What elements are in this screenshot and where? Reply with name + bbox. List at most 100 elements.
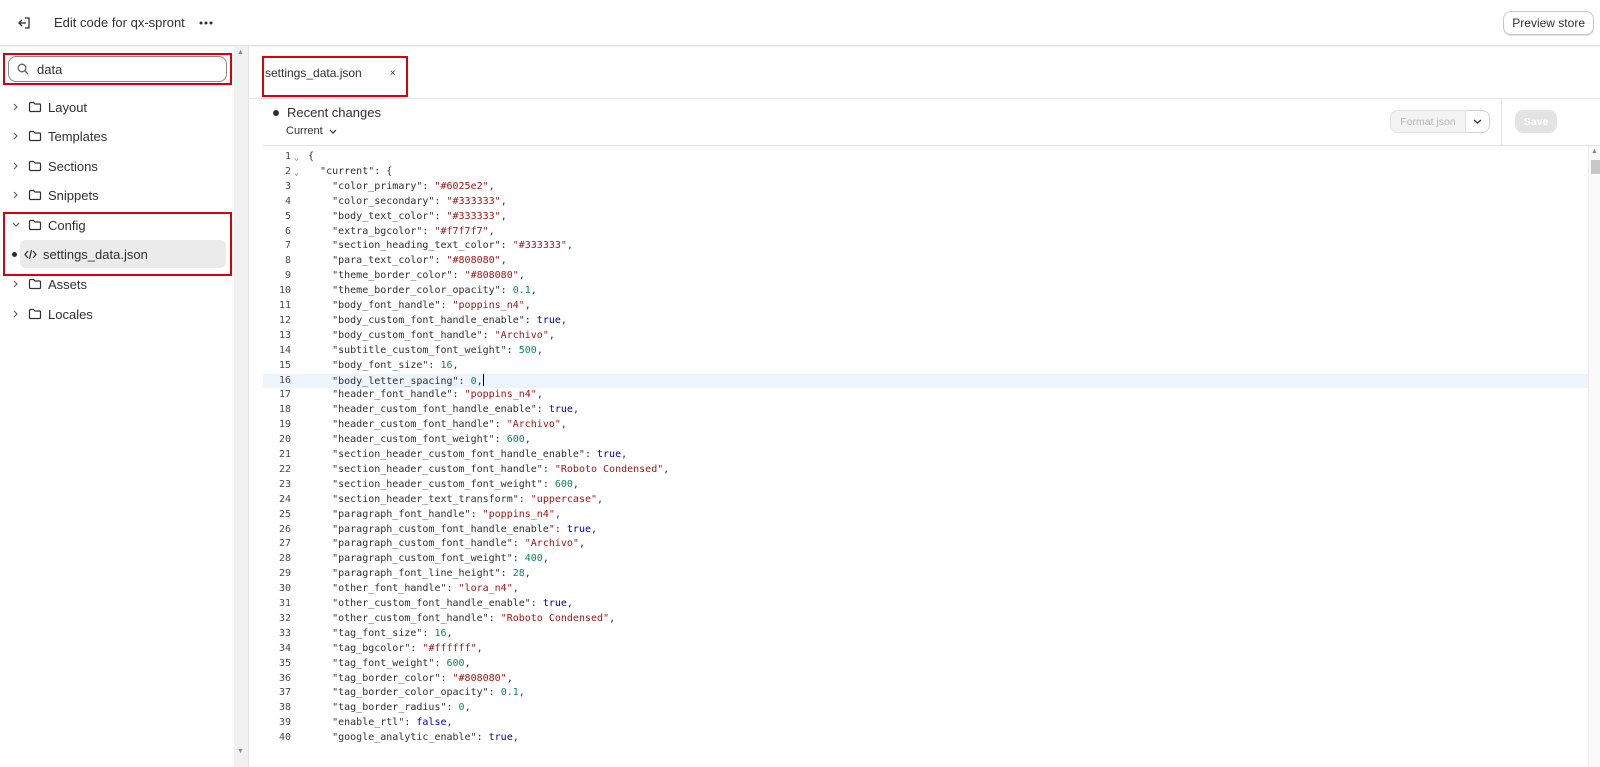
code-line[interactable]: 2 ⌄ "current": {: [263, 165, 1588, 180]
code-line[interactable]: 38 "tag_border_radius": 0,: [263, 701, 1588, 716]
folder-sections[interactable]: Sections: [0, 153, 234, 179]
code-area[interactable]: 1 ⌄{2 ⌄ "current": {3 "color_primary": "#6…: [263, 146, 1588, 767]
code-line[interactable]: 34 "tag_bgcolor": "#ffffff",: [263, 642, 1588, 657]
code-line[interactable]: 25 "paragraph_font_handle": "poppins_n4"…: [263, 508, 1588, 523]
save-button[interactable]: Save: [1515, 110, 1557, 133]
folder-icon: [28, 219, 42, 231]
code-line[interactable]: 35 "tag_font_weight": 600,: [263, 657, 1588, 672]
code-text: "tag_font_weight": 600,: [332, 657, 471, 669]
code-line[interactable]: 26 "paragraph_custom_font_handle_enable"…: [263, 523, 1588, 538]
line-number: 38: [278, 702, 291, 714]
search-input[interactable]: [37, 61, 207, 77]
exit-icon[interactable]: [12, 11, 36, 35]
scroll-thumb[interactable]: [1591, 160, 1600, 174]
code-line[interactable]: 15 "body_font_size": 16,: [263, 359, 1588, 374]
line-number: 20: [278, 434, 291, 446]
code-line[interactable]: 24 "section_header_text_transform": "upp…: [263, 493, 1588, 508]
code-line[interactable]: 33 "tag_font_size": 16,: [263, 627, 1588, 642]
code-line[interactable]: 3 "color_primary": "#6025e2",: [263, 180, 1588, 195]
code-line[interactable]: 37 "tag_border_color_opacity": 0.1,: [263, 686, 1588, 701]
folder-locales[interactable]: Locales: [0, 301, 234, 327]
code-line[interactable]: 30 "other_font_handle": "lora_n4",: [263, 582, 1588, 597]
chevron-icon: [10, 191, 22, 199]
chevron-icon: [10, 103, 22, 111]
code-text: "para_text_color": "#808080",: [332, 255, 507, 267]
file-settings-data[interactable]: settings_data.json: [20, 240, 226, 268]
scroll-up-icon[interactable]: ▲: [237, 49, 244, 56]
fold-icon[interactable]: ⌄: [294, 151, 299, 166]
code-line[interactable]: 20 "header_custom_font_weight": 600,: [263, 433, 1588, 448]
folder-snippets[interactable]: Snippets: [0, 182, 234, 208]
code-line[interactable]: 4 "color_secondary": "#333333",: [263, 195, 1588, 210]
scroll-up-icon[interactable]: ▲: [1591, 148, 1598, 155]
code-line[interactable]: 28 "paragraph_custom_font_weight": 400,: [263, 552, 1588, 567]
line-number: 7: [284, 240, 291, 252]
code-text: "enable_rtl": false,: [332, 717, 453, 729]
top-bar: Edit code for qx-spront Preview store: [0, 0, 1600, 46]
format-group: Format json: [1390, 110, 1490, 133]
code-text: "extra_bgcolor": "#f7f7f7",: [332, 225, 495, 237]
chevron-icon: [10, 280, 22, 288]
code-line[interactable]: 10 "theme_border_color_opacity": 0.1,: [263, 284, 1588, 299]
code-line[interactable]: 23 "section_header_custom_font_weight": …: [263, 478, 1588, 493]
fold-icon[interactable]: ⌄: [294, 166, 299, 181]
scroll-down-icon[interactable]: ▼: [237, 748, 244, 755]
folder-config[interactable]: Config: [0, 212, 234, 238]
code-line[interactable]: 39 "enable_rtl": false,: [263, 716, 1588, 731]
more-icon[interactable]: [195, 12, 217, 34]
line-number: 31: [278, 598, 291, 609]
line-number: 12: [278, 314, 291, 326]
code-line[interactable]: 8 "para_text_color": "#808080",: [263, 254, 1588, 269]
line-number: 4: [284, 195, 291, 207]
code-line[interactable]: 22 "section_header_custom_font_handle": …: [263, 463, 1588, 478]
line-number: 3: [284, 180, 291, 192]
close-icon[interactable]: ×: [390, 68, 396, 79]
version-select[interactable]: Current: [286, 125, 337, 137]
code-line[interactable]: 31 "other_custom_font_handle_enable": tr…: [263, 597, 1588, 612]
folder-icon: [28, 101, 42, 113]
code-line[interactable]: 11 "body_font_handle": "poppins_n4",: [263, 299, 1588, 314]
line-number: 18: [278, 404, 291, 416]
folder-icon: [28, 130, 42, 142]
line-number: 24: [278, 493, 291, 505]
code-line[interactable]: 14 "subtitle_custom_font_weight": 500,: [263, 344, 1588, 359]
code-line[interactable]: 16 "body_letter_spacing": 0,: [263, 373, 1588, 389]
code-line[interactable]: 29 "paragraph_font_line_height": 28,: [263, 567, 1588, 582]
code-line[interactable]: 7 "section_heading_text_color": "#333333…: [263, 239, 1588, 254]
code-line[interactable]: 40 "google_analytic_enable": true,: [263, 731, 1588, 746]
line-number: 10: [278, 285, 291, 297]
code-line[interactable]: 12 "body_custom_font_handle_enable": tru…: [263, 314, 1588, 329]
line-number: 26: [278, 523, 291, 535]
code-line[interactable]: 13 "body_custom_font_handle": "Archivo",: [263, 329, 1588, 344]
tab-settings-data[interactable]: settings_data.json ×: [265, 61, 396, 85]
code-text: "theme_border_color": "#808080",: [332, 270, 525, 282]
folder-assets[interactable]: Assets: [0, 271, 234, 297]
search-field[interactable]: [8, 56, 227, 82]
code-text: "paragraph_custom_font_handle": "Archivo…: [332, 538, 585, 550]
vertical-scrollbar[interactable]: ▲: [1588, 146, 1600, 767]
code-line[interactable]: 21 "section_header_custom_font_handle_en…: [263, 448, 1588, 463]
folder-templates[interactable]: Templates: [0, 123, 234, 149]
code-line[interactable]: 32 "other_custom_font_handle": "Roboto C…: [263, 612, 1588, 627]
code-text: "body_custom_font_handle": "Archivo",: [332, 329, 555, 341]
folder-layout[interactable]: Layout: [0, 94, 234, 120]
code-line[interactable]: 9 "theme_border_color": "#808080",: [263, 269, 1588, 284]
folder-icon: [28, 278, 42, 290]
code-line[interactable]: 36 "tag_border_color": "#808080",: [263, 672, 1588, 687]
line-number: 28: [278, 553, 291, 565]
code-line[interactable]: 19 "header_custom_font_handle": "Archivo…: [263, 418, 1588, 433]
code-line[interactable]: 17 "header_font_handle": "poppins_n4",: [263, 388, 1588, 403]
code-text: "other_custom_font_handle": "Roboto Cond…: [332, 612, 616, 624]
code-line[interactable]: 18 "header_custom_font_handle_enable": t…: [263, 403, 1588, 418]
code-line[interactable]: 27 "paragraph_custom_font_handle": "Arch…: [263, 537, 1588, 552]
panel-splitter[interactable]: ▲ ▼: [234, 47, 248, 767]
code-line[interactable]: 1 ⌄ {: [263, 150, 1588, 165]
format-json-button[interactable]: Format json: [1390, 110, 1466, 133]
unsaved-dot: [12, 252, 17, 257]
format-dropdown[interactable]: [1466, 110, 1490, 133]
code-line[interactable]: 6 "extra_bgcolor": "#f7f7f7",: [263, 225, 1588, 240]
line-number: 13: [278, 329, 291, 341]
code-line[interactable]: 5 "body_text_color": "#333333",: [263, 210, 1588, 225]
preview-store-button[interactable]: Preview store: [1503, 11, 1594, 35]
line-number: 29: [278, 568, 291, 580]
